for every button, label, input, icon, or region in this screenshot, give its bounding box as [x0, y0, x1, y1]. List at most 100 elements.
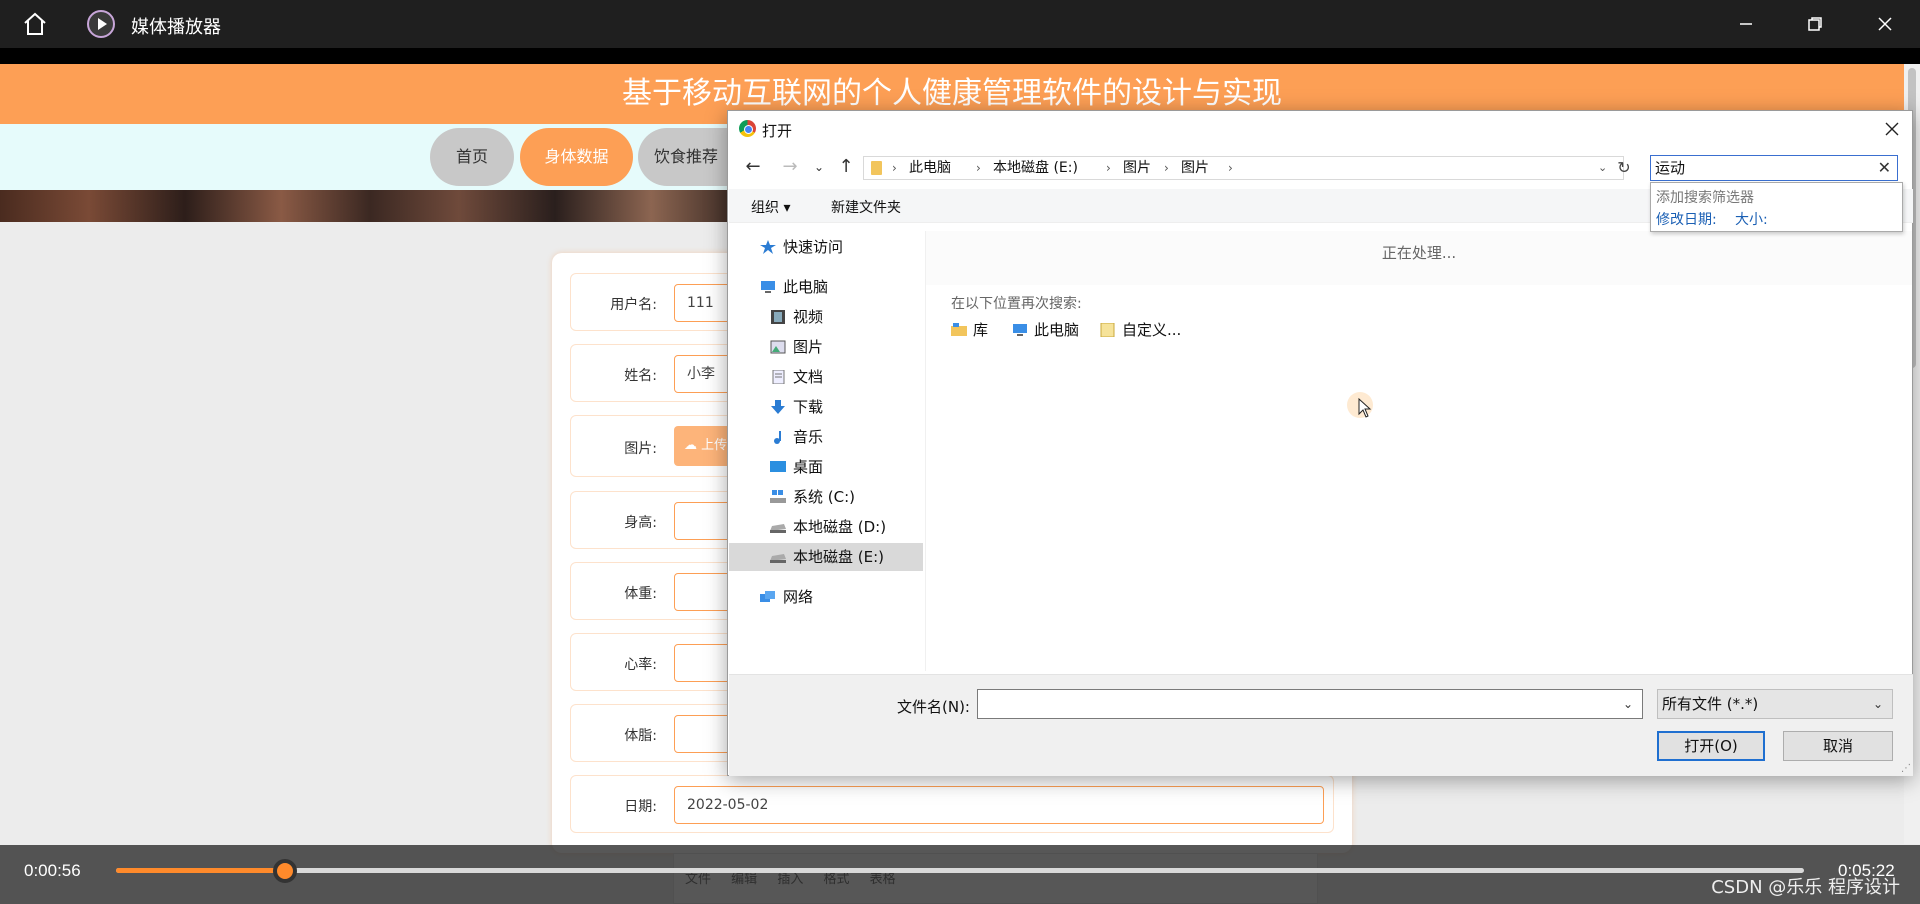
- nav-item-label: 系统 (C:): [793, 488, 855, 506]
- search-value: 运动: [1655, 159, 1686, 177]
- filename-label: 文件名(N):: [897, 698, 970, 716]
- home-icon[interactable]: [22, 12, 48, 36]
- nav-item-downloads[interactable]: 下载: [729, 393, 923, 421]
- system-drive-icon: [770, 490, 786, 503]
- player-controls: 0:00:56 0:05:22 CSDN @乐乐 程序设计: [0, 845, 1920, 904]
- clear-search-icon[interactable]: ✕: [1878, 156, 1891, 180]
- new-folder-button[interactable]: 新建文件夹: [831, 197, 901, 217]
- username-label: 用户名:: [610, 297, 657, 313]
- chevron-down-icon[interactable]: ⌄: [1870, 694, 1886, 714]
- search-location-library[interactable]: 库: [951, 319, 988, 340]
- search-filter-dropdown: 添加搜索筛选器 修改日期: 大小:: [1650, 182, 1903, 232]
- dialog-title: 打开: [762, 122, 793, 140]
- image-label: 图片:: [624, 441, 657, 457]
- computer-icon: [1013, 324, 1027, 336]
- filter-modified-date[interactable]: 修改日期:: [1656, 209, 1717, 229]
- bodyfat-label: 体脂:: [624, 728, 657, 744]
- nav-item-this-pc[interactable]: 此电脑: [729, 273, 923, 301]
- nav-item-drive-c[interactable]: 系统 (C:): [729, 483, 923, 511]
- restore-icon[interactable]: [1803, 12, 1827, 36]
- navigation-pane: 快速访问 此电脑 视频 图片 文档 下载 音乐 桌面 系统 (C:) 本地磁盘 …: [729, 231, 923, 671]
- breadcrumb-separator: ›: [892, 161, 897, 175]
- nav-item-desktop[interactable]: 桌面: [729, 453, 923, 481]
- height-label: 身高:: [624, 515, 657, 531]
- breadcrumb-separator: ›: [1228, 161, 1233, 175]
- name-label: 姓名:: [624, 368, 657, 384]
- address-dropdown-icon[interactable]: ⌄: [1598, 157, 1607, 179]
- filetype-select[interactable]: 所有文件 (*.*) ⌄: [1657, 689, 1893, 719]
- up-arrow-icon[interactable]: ↑: [834, 155, 858, 179]
- search-location-label: 此电脑: [1034, 321, 1080, 339]
- seek-bar-fill: [116, 868, 285, 873]
- player-title: 媒体播放器: [131, 17, 221, 38]
- date-label: 日期:: [624, 799, 657, 815]
- breadcrumb-pictures[interactable]: 图片: [1123, 157, 1151, 179]
- back-arrow-icon[interactable]: ←: [741, 155, 765, 179]
- resize-grip-icon[interactable]: ⋰: [1901, 763, 1911, 774]
- nav-item-label: 桌面: [793, 458, 824, 476]
- filename-input[interactable]: ⌄: [977, 689, 1643, 719]
- chevron-down-icon[interactable]: ⌄: [1620, 694, 1636, 714]
- star-icon: [760, 240, 776, 254]
- media-player-logo-icon: [87, 10, 115, 38]
- breadcrumb-drive-e[interactable]: 本地磁盘 (E:): [993, 157, 1078, 179]
- drive-icon: [770, 524, 786, 533]
- recent-locations-chevron-icon[interactable]: ⌄: [807, 155, 831, 179]
- search-location-label: 自定义...: [1122, 321, 1182, 339]
- nav-item-label: 文档: [793, 368, 824, 386]
- nav-item-documents[interactable]: 文档: [729, 363, 923, 391]
- nav-item-label: 本地磁盘 (E:): [793, 548, 885, 566]
- nav-item-label: 本地磁盘 (D:): [793, 518, 887, 536]
- document-icon: [772, 370, 785, 384]
- nav-home[interactable]: 首页: [430, 128, 514, 186]
- player-titlebar: 媒体播放器: [0, 0, 1920, 48]
- form-row-date: 日期: 2022-05-02: [570, 775, 1334, 833]
- folder-icon: [871, 161, 882, 175]
- search-location-this-pc[interactable]: 此电脑: [1012, 319, 1079, 340]
- search-location-custom[interactable]: 自定义...: [1100, 319, 1181, 340]
- file-open-dialog: 打开 ← → ⌄ ↑ › 此电脑 › 本地磁盘 (E:) › 图片 › 图片 ›…: [727, 110, 1913, 776]
- video-icon: [771, 310, 785, 324]
- search-input[interactable]: 运动 ✕: [1650, 155, 1898, 181]
- forward-arrow-icon[interactable]: →: [778, 155, 802, 179]
- breadcrumb-separator: ›: [1106, 161, 1111, 175]
- nav-body-data[interactable]: 身体数据: [520, 128, 633, 186]
- breadcrumb-this-pc[interactable]: 此电脑: [909, 157, 951, 179]
- nav-item-label: 此电脑: [783, 278, 829, 296]
- dialog-footer: 文件名(N): ⌄ 所有文件 (*.*) ⌄ 打开(O) 取消 ⋰: [729, 674, 1913, 776]
- nav-item-label: 图片: [793, 338, 824, 356]
- seek-bar-handle[interactable]: [272, 859, 297, 883]
- nav-item-music[interactable]: 音乐: [729, 423, 923, 451]
- web-banner-image: [0, 190, 740, 222]
- open-button[interactable]: 打开(O): [1657, 731, 1765, 761]
- dialog-close-icon[interactable]: [1878, 115, 1906, 143]
- nav-item-network[interactable]: 网络: [729, 583, 923, 611]
- nav-item-drive-d[interactable]: 本地磁盘 (D:): [729, 513, 923, 541]
- nav-item-quick-access[interactable]: 快速访问: [729, 233, 923, 261]
- current-time: 0:00:56: [24, 861, 81, 880]
- refresh-icon[interactable]: ↻: [1614, 158, 1634, 178]
- library-icon: [951, 323, 967, 336]
- cancel-button[interactable]: 取消: [1783, 731, 1893, 761]
- nav-item-label: 快速访问: [783, 238, 844, 256]
- seek-bar[interactable]: [116, 859, 1804, 883]
- dialog-navbar: ← → ⌄ ↑ › 此电脑 › 本地磁盘 (E:) › 图片 › 图片 › ⌄ …: [728, 147, 1912, 187]
- close-icon[interactable]: [1873, 12, 1897, 36]
- nav-item-pictures[interactable]: 图片: [729, 333, 923, 361]
- heartrate-label: 心率:: [624, 657, 657, 673]
- nav-item-videos[interactable]: 视频: [729, 303, 923, 331]
- breadcrumb-pictures-sub[interactable]: 图片: [1181, 157, 1209, 179]
- organize-button[interactable]: 组织 ▾: [751, 197, 790, 217]
- video-top-strip: [0, 48, 1920, 64]
- filter-size[interactable]: 大小:: [1735, 209, 1768, 229]
- minimize-icon[interactable]: [1734, 12, 1758, 36]
- file-list-pane[interactable]: 正在处理... 在以下位置再次搜索: 库 此电脑 自定义...: [926, 231, 1912, 671]
- nav-item-drive-e[interactable]: 本地磁盘 (E:): [729, 543, 923, 571]
- search-location-label: 库: [973, 321, 989, 339]
- music-icon: [774, 431, 781, 444]
- date-input[interactable]: 2022-05-02: [674, 786, 1324, 824]
- processing-status: 正在处理...: [926, 231, 1912, 285]
- computer-icon: [761, 281, 775, 293]
- drive-icon: [770, 554, 786, 563]
- address-bar[interactable]: › 此电脑 › 本地磁盘 (E:) › 图片 › 图片 › ⌄: [863, 156, 1624, 180]
